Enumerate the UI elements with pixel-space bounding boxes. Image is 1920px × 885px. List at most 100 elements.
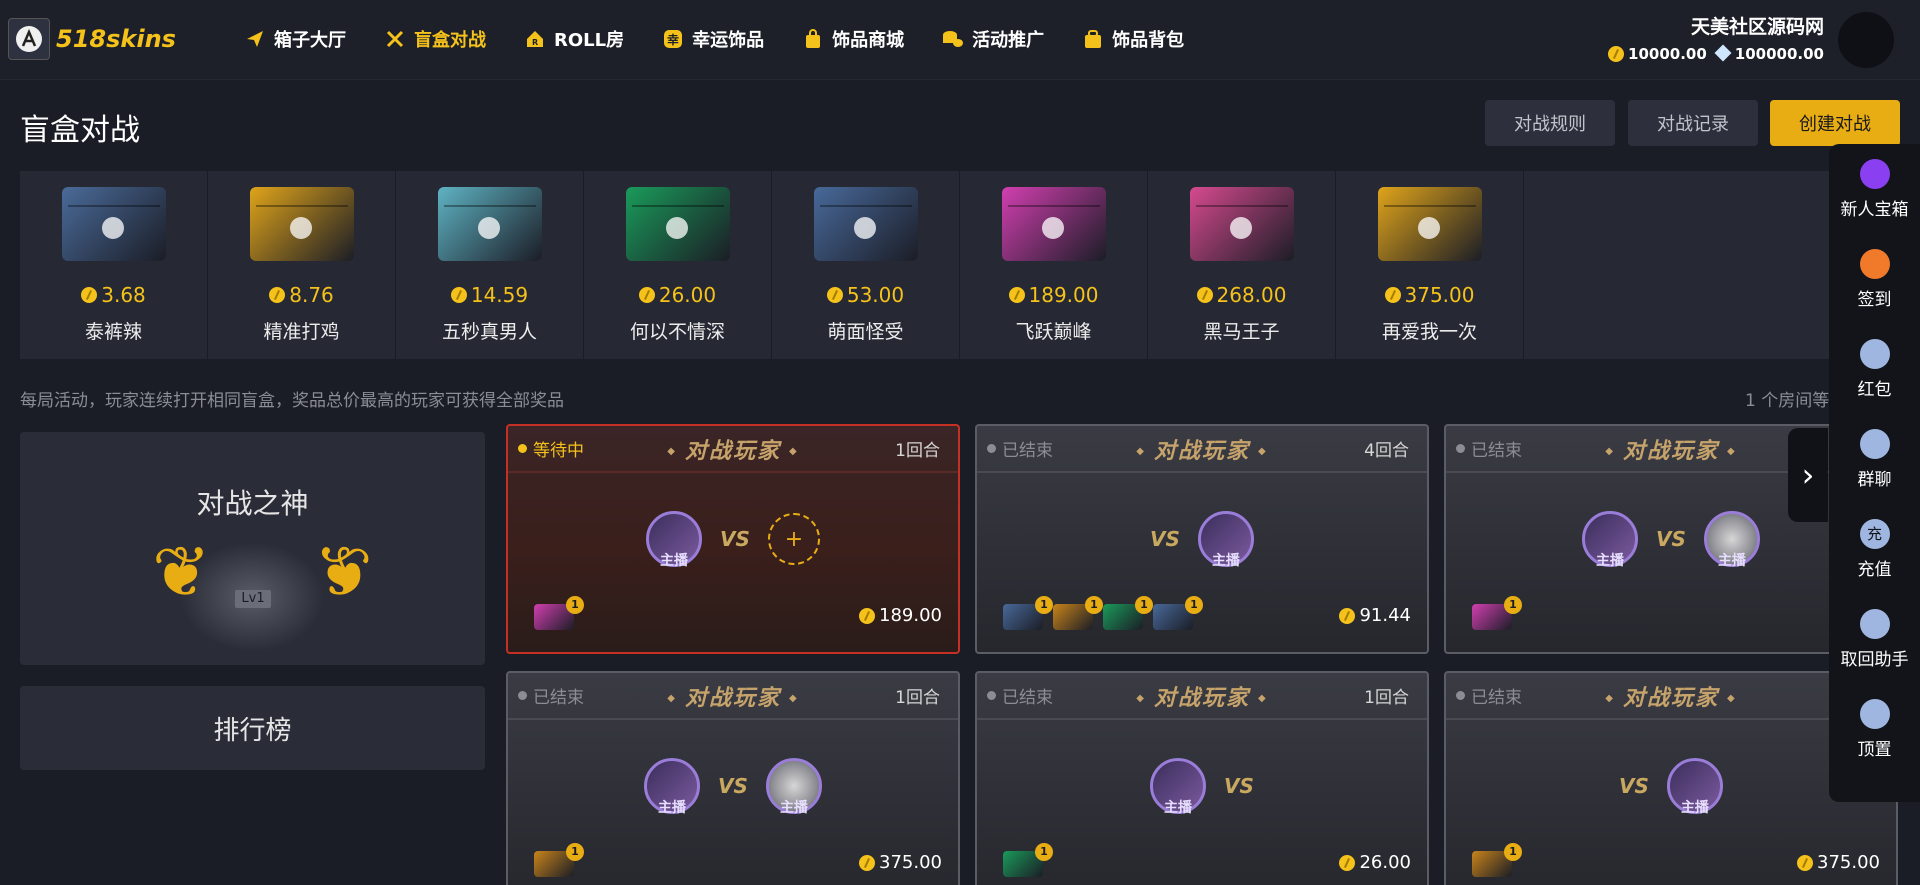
case-price: 26.00 bbox=[638, 283, 716, 307]
float-item-rocket[interactable]: 顶置 bbox=[1829, 684, 1920, 774]
status-text: 已结束 bbox=[1471, 441, 1522, 461]
battle-case-icon: 1 bbox=[1003, 596, 1053, 630]
site-logo[interactable]: 518skins bbox=[8, 18, 176, 60]
battle-card[interactable]: 已结束 对战玩家 1回合主播 VS 1 26.00 bbox=[975, 671, 1429, 885]
player-avatar[interactable]: 主播 bbox=[1582, 511, 1639, 569]
case-card[interactable]: 26.00 何以不情深 bbox=[584, 171, 772, 359]
nav-label: 幸运饰品 bbox=[692, 30, 765, 51]
crossed-swords-icon bbox=[384, 28, 406, 50]
vs-label: VS bbox=[1150, 527, 1180, 551]
float-item-recharge[interactable]: 充充值 bbox=[1829, 504, 1920, 594]
battle-rounds: 4回合 bbox=[1364, 441, 1409, 461]
case-card[interactable]: 189.00 飞跃巅峰 bbox=[960, 171, 1148, 359]
user-name: 天美社区源码网 bbox=[1690, 16, 1824, 38]
streamer-tag: 主播 bbox=[1717, 553, 1746, 569]
case-card[interactable]: 53.00 萌面怪受 bbox=[772, 171, 960, 359]
case-card[interactable]: 3.68 泰裤辣 bbox=[20, 171, 208, 359]
nav-item-mall[interactable]: 饰品商城 bbox=[802, 26, 904, 52]
laurel-left-icon: ❦ bbox=[152, 531, 211, 613]
coin-icon bbox=[1384, 287, 1401, 303]
leaderboard-button[interactable]: 排行榜 bbox=[20, 686, 485, 770]
player-avatar[interactable]: 主播 bbox=[1150, 758, 1207, 816]
battle-card-header: 已结束 对战玩家 1回合 bbox=[977, 673, 1427, 720]
battle-card[interactable]: 等待中 对战玩家 1回合主播 VS +1 189.00 bbox=[506, 424, 960, 654]
player-avatar[interactable]: 主播 bbox=[1197, 511, 1254, 569]
user-info[interactable]: 天美社区源码网 10000.00 100000.00 bbox=[1608, 12, 1824, 63]
case-name: 泰裤辣 bbox=[84, 321, 142, 343]
battle-status: 等待中 bbox=[518, 436, 584, 461]
coin-icon bbox=[1608, 46, 1625, 62]
float-item-chat-bubble[interactable]: 取回助手 bbox=[1829, 594, 1920, 684]
rocket-icon bbox=[1859, 698, 1890, 729]
float-label: 取回助手 bbox=[1840, 649, 1909, 670]
battle-total-price: 375.00 bbox=[859, 852, 942, 873]
player-avatar[interactable]: 主播 bbox=[646, 511, 703, 569]
page-title: 盲盒对战 bbox=[20, 113, 140, 148]
case-count: 1 bbox=[566, 843, 584, 861]
battle-total-price: 91.44 bbox=[1339, 605, 1411, 626]
float-label: 新人宝箱 bbox=[1840, 199, 1909, 220]
player-avatar[interactable]: 主播 bbox=[1666, 758, 1723, 816]
checkin-icon bbox=[1859, 248, 1890, 279]
battle-price-value: 375.00 bbox=[1817, 852, 1880, 873]
nav-item-backpack[interactable]: 饰品背包 bbox=[1082, 26, 1184, 52]
player-avatar[interactable]: 主播 bbox=[765, 758, 822, 816]
god-title: 对战之神 bbox=[196, 487, 309, 520]
nav-case-lobby[interactable]: 箱子大厅 bbox=[244, 26, 346, 52]
battle-card-title: 对战玩家 bbox=[1597, 680, 1744, 712]
diamond-balance: 100000.00 bbox=[1714, 44, 1824, 63]
player-avatar[interactable]: 主播 bbox=[1703, 511, 1760, 569]
status-dot bbox=[1456, 444, 1465, 453]
case-name: 五秒真男人 bbox=[441, 321, 537, 343]
laurel-right-icon: ❦ bbox=[314, 531, 373, 613]
battle-notice: 每局活动，玩家连续打开相同盲盒，奖品总价最高的玩家可获得全部奖品 bbox=[20, 391, 564, 411]
battle-records-button[interactable]: 对战记录 bbox=[1628, 100, 1758, 146]
nav-label: 盲盒对战 bbox=[414, 30, 486, 51]
create-battle-button[interactable]: 创建对战 bbox=[1770, 100, 1900, 146]
case-card[interactable]: 268.00 黑马王子 bbox=[1148, 171, 1336, 359]
battle-price-value: 375.00 bbox=[879, 852, 942, 873]
chat-bubble-icon bbox=[1859, 608, 1890, 639]
case-count: 1 bbox=[1035, 843, 1053, 861]
gift-box-icon bbox=[1859, 158, 1890, 189]
battle-status: 已结束 bbox=[1456, 683, 1522, 708]
case-card[interactable]: 375.00 再爱我一次 bbox=[1336, 171, 1524, 359]
backpack-icon bbox=[1082, 28, 1104, 50]
battle-card-header: 已结束 对战玩家 4回合 bbox=[977, 426, 1427, 473]
nav-roll-room[interactable]: R ROLL房 bbox=[524, 26, 624, 52]
float-item-gift-box[interactable]: 新人宝箱 bbox=[1829, 144, 1920, 234]
float-item-qq-penguin[interactable]: 群聊 bbox=[1829, 414, 1920, 504]
case-card[interactable]: 8.76 精准打鸡 bbox=[208, 171, 396, 359]
battle-card[interactable]: 已结束 对战玩家 4回合 VS 主播 1 1 1 1 91.44 bbox=[975, 424, 1429, 654]
battle-card-header: 已结束 对战玩家 1回合 bbox=[508, 673, 958, 720]
status-text: 等待中 bbox=[533, 441, 584, 461]
case-image bbox=[61, 187, 166, 261]
case-image bbox=[1377, 187, 1482, 261]
nav-blind-box-battle[interactable]: 盲盒对战 bbox=[384, 26, 486, 52]
case-price: 3.68 bbox=[81, 283, 146, 307]
battle-card[interactable]: 已结束 对战玩家 1回合主播 VS 主播 1 375.00 bbox=[506, 671, 960, 885]
case-card[interactable]: 14.59 五秒真男人 bbox=[396, 171, 584, 359]
battle-rules-button[interactable]: 对战规则 bbox=[1485, 100, 1615, 146]
status-dot bbox=[1456, 691, 1465, 700]
logo-text: 518skins bbox=[56, 25, 176, 53]
join-slot-icon[interactable]: + bbox=[767, 513, 820, 565]
nav-promotion[interactable]: 活动推广 bbox=[942, 26, 1044, 52]
shopping-bag-icon bbox=[802, 28, 824, 50]
battle-case-icon: 1 bbox=[1472, 843, 1522, 877]
next-arrow-icon[interactable]: › bbox=[1788, 428, 1828, 522]
player-avatar[interactable]: 主播 bbox=[644, 758, 701, 816]
user-avatar[interactable] bbox=[1838, 12, 1894, 68]
float-item-red-packet[interactable]: 红包 bbox=[1829, 324, 1920, 414]
nav-lucky-items[interactable]: 幸 幸运饰品 bbox=[662, 26, 764, 52]
case-price-value: 268.00 bbox=[1216, 283, 1287, 307]
float-label: 红包 bbox=[1857, 379, 1892, 400]
status-text: 已结束 bbox=[1471, 688, 1522, 708]
battle-status: 已结束 bbox=[1456, 436, 1522, 461]
case-name: 黑马王子 bbox=[1203, 321, 1280, 343]
case-image bbox=[625, 187, 730, 261]
recharge-icon: 充 bbox=[1859, 518, 1890, 549]
battle-card-title: 对战玩家 bbox=[659, 680, 806, 712]
float-item-checkin[interactable]: 签到 bbox=[1829, 234, 1920, 324]
battle-case-icon: 1 bbox=[534, 843, 584, 877]
